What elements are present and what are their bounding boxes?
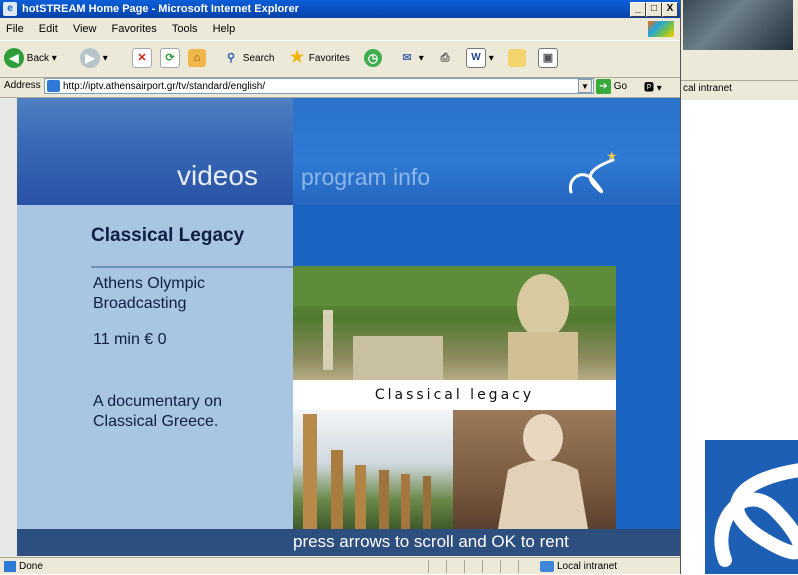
toolbar-extension-icon[interactable]: 🅿 ▾ [644,79,674,94]
window-title: hotSTREAM Home Page - Microsoft Internet… [22,3,299,15]
go-arrow-icon: ➔ [596,79,611,94]
close-button[interactable]: X [662,2,678,17]
search-label: Search [242,53,275,64]
windows-logo-icon [648,21,674,37]
menu-tools[interactable]: Tools [172,23,198,35]
page-done-icon [4,560,16,572]
go-label: Go [613,81,628,93]
status-separator [482,560,497,573]
ie-logo-icon: e [3,2,17,16]
program-poster[interactable]: Classical legacy [293,266,616,529]
folder-button[interactable] [508,48,526,70]
nav-program-info[interactable]: program info [301,164,430,191]
instruction-message: press arrows to scroll and OK to rent [293,532,569,551]
status-done-label: Done [19,561,43,572]
forward-button[interactable]: ▶ ▾ [80,48,108,70]
back-arrow-icon: ◀ [4,48,24,69]
title-bar[interactable]: e hotSTREAM Home Page - Microsoft Intern… [0,0,680,18]
word-icon: W [466,48,486,69]
menu-view[interactable]: View [73,23,97,35]
print-icon: ⎙ [440,52,450,65]
status-separator [428,560,443,573]
background-window[interactable]: cal intranet [676,0,798,100]
program-producer: Athens Olympic Broadcasting [93,275,206,312]
status-separator [446,560,461,573]
program-description: A documentary on Classical Greece. [93,393,222,430]
security-zone-label: Local intranet [557,561,618,572]
toolbar: ◀ Back ▾ ▶ ▾ ✕ ⟳ ⌂ ⚲ Search ★ Favorites … [0,40,680,78]
hotstream-logo-icon [568,151,617,194]
search-icon: ⚲ [226,52,236,65]
refresh-icon: ⟳ [160,48,180,69]
left-margin [0,98,17,556]
poster-sculpture-image [453,410,616,529]
mail-icon: ✉ [402,52,412,65]
status-separator [500,560,515,573]
program-duration-price: 11 min € 0 [93,331,167,348]
search-button[interactable]: ⚲ Search [222,48,275,70]
home-icon: ⌂ [188,49,206,68]
refresh-button[interactable]: ⟳ [160,48,180,70]
address-url: http://iptv.athensairport.gr/tv/standard… [63,81,266,92]
go-button[interactable]: ➔ Go [596,79,627,94]
address-bar: Address http://iptv.athensairport.gr/tv/… [0,77,680,98]
background-window-image [683,0,793,50]
print-button[interactable]: ⎙ [436,48,454,70]
address-label: Address [4,80,41,91]
page-content: videos program info Classical Legacy Ath… [17,98,680,556]
history-icon: ◷ [364,49,382,68]
home-button[interactable]: ⌂ [188,48,206,70]
status-bar: Done Local intranet [0,557,680,575]
browser-window: e hotSTREAM Home Page - Microsoft Intern… [0,0,681,574]
stop-icon: ✕ [132,48,152,69]
intranet-icon [540,560,554,572]
title-divider [91,266,293,268]
info-panel [17,205,293,529]
mail-button[interactable]: ✉ ▾ [398,48,423,70]
menu-edit[interactable]: Edit [39,23,58,35]
back-button[interactable]: ◀ Back ▾ [4,48,57,70]
status-separator [518,560,533,573]
edit-word-button[interactable]: W ▾ [466,48,494,70]
back-label: Back [26,53,50,64]
poster-statue-image [293,266,616,380]
address-dropdown-icon[interactable]: ▼ [578,79,592,93]
messenger-button[interactable]: ▣ [538,48,558,70]
status-text: Done [4,558,43,575]
minimize-button[interactable]: _ [630,2,646,17]
menu-favorites[interactable]: Favorites [112,23,157,35]
background-window-status-zone: cal intranet [677,80,798,97]
history-button[interactable]: ◷ [364,48,382,70]
messenger-icon: ▣ [538,48,558,69]
desktop-logo-icon [705,440,798,574]
maximize-button[interactable]: □ [646,2,662,17]
security-zone: Local intranet [540,558,617,575]
nav-videos[interactable]: videos [177,160,258,192]
menu-file[interactable]: File [6,23,24,35]
menu-help[interactable]: Help [213,23,236,35]
folder-icon [508,49,526,68]
menu-bar: File Edit View Favorites Tools Help [0,19,680,39]
favorites-button[interactable]: ★ Favorites [288,48,350,70]
program-title: Classical Legacy [91,225,245,246]
favorites-star-icon: ★ [289,49,305,67]
page-icon [47,80,60,92]
status-separator [464,560,479,573]
favorites-label: Favorites [308,53,350,64]
address-input[interactable]: http://iptv.athensairport.gr/tv/standard… [44,78,594,94]
poster-columns-image [293,410,453,529]
poster-caption: Classical legacy [293,380,616,410]
stop-button[interactable]: ✕ [132,48,152,70]
forward-arrow-icon: ▶ [80,48,100,69]
